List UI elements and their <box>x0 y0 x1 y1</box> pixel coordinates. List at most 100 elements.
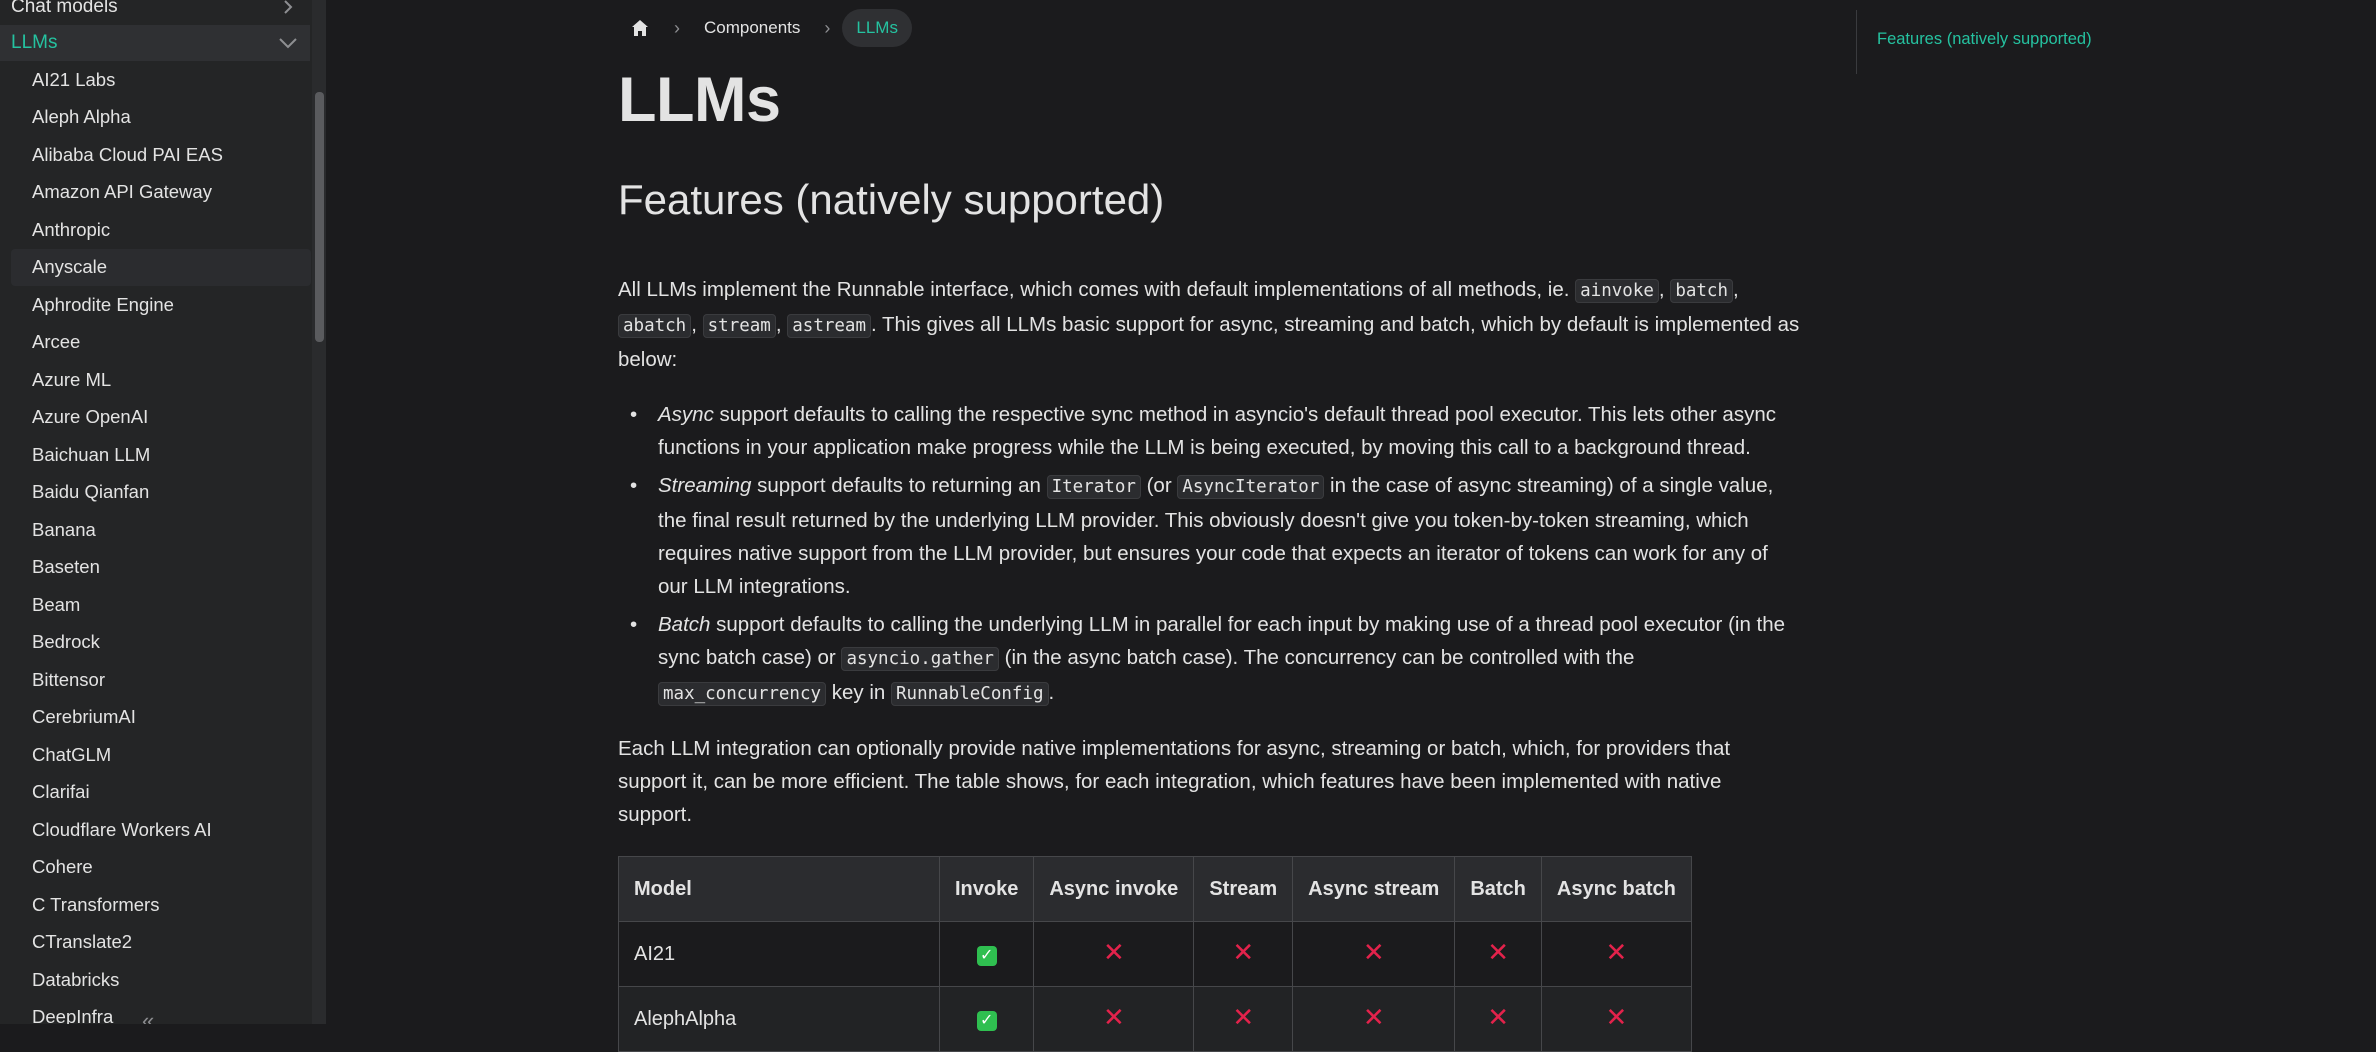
sidebar-items: AI21 Labs Aleph Alpha Alibaba Cloud PAI … <box>0 61 311 1024</box>
sidebar-item[interactable]: Databricks <box>11 961 311 999</box>
list-text: support defaults to calling the respecti… <box>658 403 1776 459</box>
sidebar-item[interactable]: Bedrock <box>11 624 311 662</box>
feature-cell: ✕ <box>1292 921 1456 987</box>
sidebar-item[interactable]: CTranslate2 <box>11 924 311 962</box>
section-title: Features (natively supported) <box>618 176 1165 223</box>
breadcrumb-current: LLMs <box>842 9 912 47</box>
code-batch: batch <box>1670 279 1733 303</box>
sidebar-item[interactable]: Aleph Alpha <box>11 99 311 137</box>
cross-icon: ✕ <box>1605 936 1628 967</box>
cross-icon: ✕ <box>1232 936 1255 967</box>
home-icon[interactable] <box>618 8 662 48</box>
code-astream: astream <box>787 314 872 338</box>
list-text: (in the async batch case). The concurren… <box>998 646 1635 669</box>
model-cell: AlephAlpha <box>618 986 940 1052</box>
sidebar-item[interactable]: Azure OpenAI <box>11 399 311 437</box>
code-iterator: Iterator <box>1046 475 1141 499</box>
code-async-iterator: AsyncIterator <box>1177 475 1325 499</box>
feature-cell: ✕ <box>1033 986 1195 1052</box>
cross-icon: ✕ <box>1102 1001 1125 1032</box>
scrollbar-thumb[interactable] <box>315 92 324 342</box>
collapse-sidebar-icon[interactable]: « <box>142 1008 164 1024</box>
sidebar-item[interactable]: Cohere <box>11 849 311 887</box>
table-header-row: Model Invoke Async invoke Stream Async s… <box>618 856 1692 922</box>
breadcrumb-separator-icon: › <box>674 17 680 38</box>
list-item-streaming: Streaming support defaults to returning … <box>630 469 1800 603</box>
intro-paragraph: All LLMs implement the Runnable interfac… <box>618 278 1800 371</box>
sidebar-category-label: LLMs <box>11 32 58 53</box>
sidebar-item[interactable]: C Transformers <box>11 886 311 924</box>
table-header: Async invoke <box>1033 856 1195 922</box>
feature-cell: ✕ <box>1454 986 1542 1052</box>
table-row: AlephAlpha ✓ ✕ ✕ ✕ ✕ ✕ <box>618 986 1692 1052</box>
sidebar-item[interactable]: Beam <box>11 586 311 624</box>
sidebar-item[interactable]: Arcee <box>11 324 311 362</box>
code-asyncio-gather: asyncio.gather <box>841 647 999 671</box>
table-header: Model <box>618 856 940 922</box>
cross-icon: ✕ <box>1362 1001 1385 1032</box>
breadcrumb: › Components › LLMs <box>618 8 912 48</box>
sidebar-item[interactable]: CerebriumAI <box>11 699 311 737</box>
code-runnable-config: RunnableConfig <box>891 682 1049 706</box>
feature-cell: ✓ <box>938 921 1035 987</box>
table-header: Async batch <box>1540 856 1692 922</box>
sidebar-scrollbar[interactable] <box>312 0 326 1024</box>
feature-cell: ✕ <box>1033 921 1195 987</box>
sidebar-item[interactable]: AI21 Labs <box>11 61 311 99</box>
sidebar-item[interactable]: ChatGLM <box>11 736 311 774</box>
toc-link-features[interactable]: Features (natively supported) <box>1877 30 2092 49</box>
code-stream: stream <box>702 314 776 338</box>
cross-icon: ✕ <box>1487 1001 1509 1032</box>
table-header: Stream <box>1193 856 1294 922</box>
features-table: Model Invoke Async invoke Stream Async s… <box>618 856 1692 1052</box>
breadcrumb-separator-icon: › <box>824 17 831 38</box>
sidebar-item[interactable]: Alibaba Cloud PAI EAS <box>11 136 311 174</box>
page-title: LLMs <box>618 65 781 135</box>
list-item-batch: Batch support defaults to calling the un… <box>630 608 1800 711</box>
list-text: . <box>1048 681 1055 704</box>
cross-icon: ✕ <box>1487 936 1509 967</box>
feature-cell: ✕ <box>1454 921 1542 987</box>
code-max-concurrency: max_concurrency <box>658 682 827 706</box>
sidebar-item[interactable]: Cloudflare Workers AI <box>11 811 311 849</box>
sidebar-item[interactable]: Amazon API Gateway <box>11 174 311 212</box>
table-header: Invoke <box>938 856 1035 922</box>
check-icon: ✓ <box>976 945 997 966</box>
model-cell: AI21 <box>618 921 940 987</box>
sidebar-item[interactable]: Clarifai <box>11 774 311 812</box>
sidebar: Chat models LLMs AI21 Labs Aleph Alpha A… <box>0 0 313 1024</box>
feature-cell: ✕ <box>1193 986 1294 1052</box>
cross-icon: ✕ <box>1102 936 1125 967</box>
sidebar-item[interactable]: Anthropic <box>11 211 311 249</box>
sidebar-category-label: Chat models <box>11 0 118 17</box>
chevron-right-icon <box>278 0 298 17</box>
sidebar-item[interactable]: Aphrodite Engine <box>11 286 311 324</box>
cross-icon: ✕ <box>1362 936 1385 967</box>
feature-cell: ✕ <box>1540 921 1692 987</box>
sidebar-item[interactable]: Azure ML <box>11 361 311 399</box>
breadcrumb-components[interactable]: Components <box>692 18 812 38</box>
sidebar-category-llms[interactable]: LLMs <box>0 25 310 61</box>
code-ainvoke: ainvoke <box>1575 279 1659 303</box>
cross-icon: ✕ <box>1232 1001 1255 1032</box>
emphasis: Async <box>658 403 714 426</box>
sidebar-item[interactable]: Bittensor <box>11 661 311 699</box>
emphasis: Streaming <box>658 474 752 497</box>
sidebar-item[interactable]: Baseten <box>11 549 311 587</box>
feature-cell: ✕ <box>1540 986 1692 1052</box>
list-text: key in <box>826 681 891 704</box>
emphasis: Batch <box>658 613 711 636</box>
table-of-contents: Features (natively supported) <box>1856 10 2157 74</box>
sidebar-item[interactable]: Anyscale <box>11 248 311 286</box>
sidebar-item[interactable]: Baichuan LLM <box>11 436 311 474</box>
sidebar-item[interactable]: Baidu Qianfan <box>11 474 311 512</box>
list-text: support defaults to returning an <box>751 474 1047 497</box>
chevron-down-icon <box>278 33 298 53</box>
sidebar-category-chat-models[interactable]: Chat models <box>0 0 310 25</box>
check-icon: ✓ <box>976 1010 997 1031</box>
intro-text: All LLMs implement the Runnable interfac… <box>618 278 1576 301</box>
default-behaviour-list: Async support defaults to calling the re… <box>630 398 1800 716</box>
sidebar-item[interactable]: Banana <box>11 511 311 549</box>
feature-cell: ✕ <box>1193 921 1294 987</box>
list-text: (or <box>1140 474 1178 497</box>
